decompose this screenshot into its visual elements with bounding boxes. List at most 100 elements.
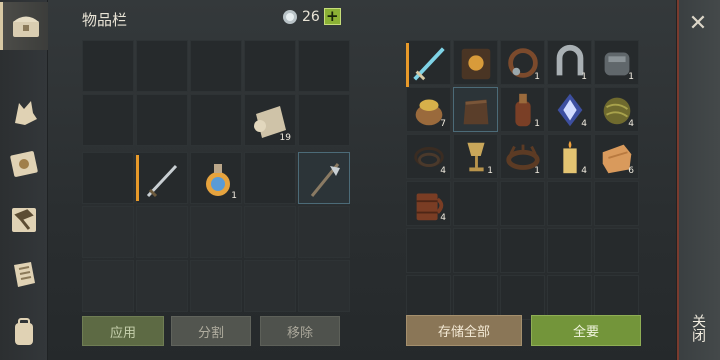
chest-icon — [12, 16, 39, 37]
extra-slot[interactable] — [244, 260, 296, 312]
item-count: 1 — [534, 72, 540, 82]
item-count: 4 — [440, 213, 446, 223]
storage-slot[interactable] — [594, 275, 639, 320]
sidebar-item-wolf[interactable] — [0, 88, 48, 136]
take-all-button[interactable]: 全要 — [531, 315, 641, 346]
storage-slot[interactable]: 4 — [594, 87, 639, 132]
sidebar-item-map[interactable] — [0, 250, 48, 298]
storage-slot[interactable]: 1 — [594, 40, 639, 85]
storage-slot[interactable] — [594, 181, 639, 226]
storage-slot[interactable] — [500, 228, 545, 273]
bag-slot[interactable] — [82, 94, 134, 146]
item-count: 4 — [628, 119, 634, 129]
gem-currency-icon — [283, 9, 297, 24]
add-currency-button[interactable]: + — [323, 8, 341, 25]
storage-grid: 1 1 1 7 1 4 4 4 1 1 4 6 4 — [406, 40, 639, 320]
item-count: 19 — [279, 133, 291, 143]
storage-slot[interactable] — [453, 181, 498, 226]
sidebar-item-craft[interactable] — [0, 196, 48, 244]
extra-slot[interactable] — [298, 260, 350, 312]
storage-slot[interactable] — [594, 228, 639, 273]
belt-slot[interactable] — [136, 152, 188, 204]
bag-slot[interactable] — [298, 40, 350, 92]
bag-slot[interactable]: 19 — [244, 94, 296, 146]
close-icon[interactable]: ✕ — [676, 4, 720, 44]
ice-sword-icon — [413, 47, 445, 81]
equipped-marker — [136, 155, 139, 201]
store-all-button[interactable]: 存储全部 — [406, 315, 522, 346]
storage-slot[interactable]: 1 — [547, 40, 592, 85]
extra-slot[interactable] — [190, 206, 242, 258]
extra-slot[interactable] — [82, 260, 134, 312]
belt-slot[interactable] — [244, 152, 296, 204]
divider — [677, 0, 679, 360]
storage-slot[interactable]: 1 — [453, 134, 498, 179]
sword-icon — [146, 164, 178, 198]
storage-slot[interactable] — [453, 228, 498, 273]
sidebar-item-book[interactable] — [0, 140, 48, 188]
storage-slot[interactable]: 4 — [406, 181, 451, 226]
item-count: 4 — [581, 166, 587, 176]
wolf-icon — [15, 101, 37, 125]
extra-slot[interactable] — [190, 260, 242, 312]
item-count: 1 — [534, 166, 540, 176]
split-button[interactable]: 分割 — [171, 316, 251, 346]
item-count: 1 — [581, 72, 587, 82]
extra-slot[interactable] — [298, 206, 350, 258]
leather-bag-icon — [463, 99, 489, 125]
remove-button[interactable]: 移除 — [260, 316, 340, 346]
sidebar-item-backpack[interactable] — [0, 308, 48, 356]
storage-slot[interactable]: 4 — [406, 134, 451, 179]
apply-button[interactable]: 应用 — [82, 316, 164, 346]
hammer-icon — [12, 208, 36, 232]
currency-amount: 26 — [302, 8, 320, 25]
currency-display: 26 + — [282, 8, 341, 25]
storage-slot[interactable] — [453, 275, 498, 320]
extra-slot[interactable] — [82, 206, 134, 258]
bag-slot[interactable] — [136, 40, 188, 92]
extra-slot[interactable] — [244, 206, 296, 258]
sidebar-item-chest[interactable] — [0, 2, 48, 50]
storage-slot[interactable]: 1 — [500, 40, 545, 85]
item-count: 6 — [628, 166, 634, 176]
item-count: 1 — [534, 119, 540, 129]
storage-slot[interactable] — [406, 40, 451, 89]
storage-slot[interactable]: 7 — [406, 87, 451, 132]
item-count: 1 — [628, 72, 634, 82]
storage-slot[interactable]: 4 — [547, 134, 592, 179]
item-count: 4 — [581, 119, 587, 129]
extra-slots-grid — [82, 206, 350, 312]
storage-slot[interactable] — [406, 275, 451, 320]
bag-grid: 19 — [82, 40, 350, 146]
storage-slot[interactable] — [547, 275, 592, 320]
storage-slot[interactable]: 1 — [500, 134, 545, 179]
bag-slot[interactable] — [82, 40, 134, 92]
storage-slot[interactable] — [500, 181, 545, 226]
extra-slot[interactable] — [136, 260, 188, 312]
halberd-icon — [310, 163, 340, 197]
storage-slot[interactable] — [547, 228, 592, 273]
book-sun-icon — [10, 151, 38, 177]
bag-slot[interactable] — [298, 94, 350, 146]
scroll-icon — [14, 262, 35, 287]
storage-slot[interactable]: 4 — [547, 87, 592, 132]
belt-slot[interactable] — [298, 152, 350, 204]
storage-slot[interactable] — [453, 40, 498, 85]
bag-slot[interactable] — [190, 40, 242, 92]
extra-slot[interactable] — [136, 206, 188, 258]
close-label[interactable]: 关闭 — [682, 300, 714, 355]
item-count: 1 — [487, 166, 493, 176]
storage-slot[interactable] — [453, 87, 498, 132]
storage-slot[interactable] — [547, 181, 592, 226]
storage-slot[interactable]: 1 — [500, 87, 545, 132]
bag-slot[interactable] — [244, 40, 296, 92]
close-bar: ✕ 关闭 — [676, 0, 720, 360]
belt-grid: 1 — [82, 152, 350, 204]
bag-slot[interactable] — [190, 94, 242, 146]
belt-slot[interactable] — [82, 152, 134, 204]
storage-slot[interactable]: 6 — [594, 134, 639, 179]
storage-slot[interactable] — [406, 228, 451, 273]
belt-slot[interactable]: 1 — [190, 152, 242, 204]
bag-slot[interactable] — [136, 94, 188, 146]
storage-slot[interactable] — [500, 275, 545, 320]
